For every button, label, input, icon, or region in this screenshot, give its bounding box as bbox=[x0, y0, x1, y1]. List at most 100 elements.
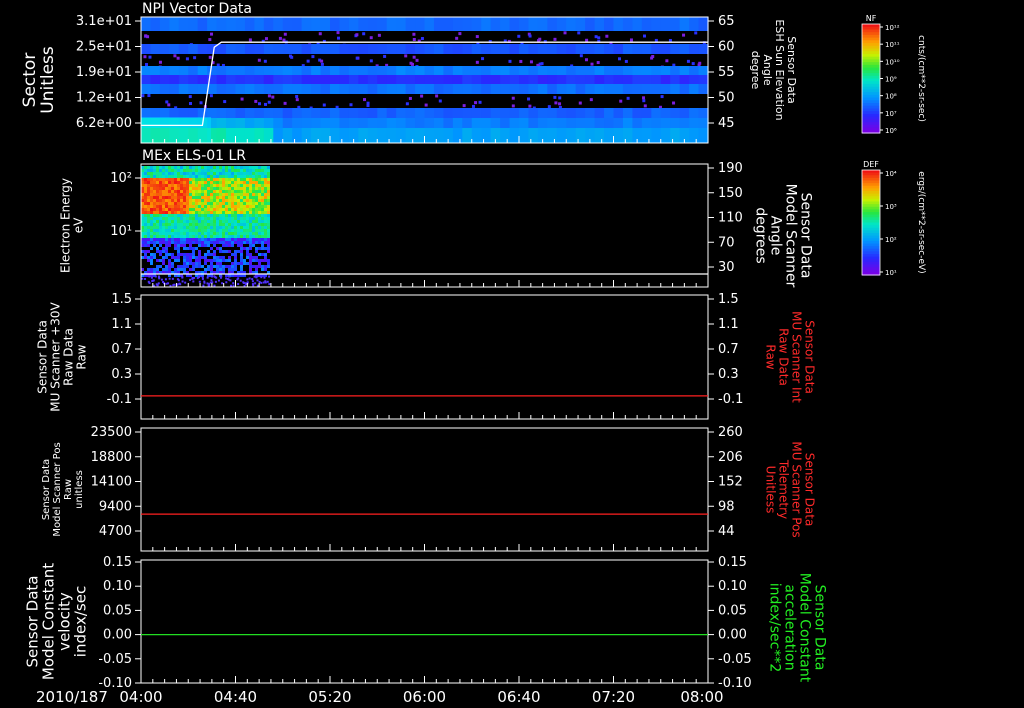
panel0-heatmap-cell bbox=[668, 38, 672, 42]
panel0-heatmap-cell bbox=[207, 17, 218, 31]
panel0-heatmap-cell bbox=[556, 44, 567, 54]
panel1-heatmap-cell bbox=[153, 284, 156, 287]
panel1-heatmap-cell bbox=[195, 256, 198, 259]
panel1-heatmap-cell bbox=[198, 265, 201, 268]
panel0-heatmap-cell bbox=[339, 66, 350, 75]
panel1-heatmap-cell bbox=[162, 166, 165, 169]
panel1-heatmap-cell bbox=[153, 199, 156, 202]
panel1-heatmap-cell bbox=[231, 214, 234, 217]
panel0-heatmap-cell bbox=[348, 17, 359, 31]
panel1-heatmap-cell bbox=[243, 226, 246, 229]
panel0-heatmap-cell bbox=[273, 128, 284, 143]
panel1-heatmap-cell bbox=[234, 166, 237, 169]
time-tick-label: 06:00 bbox=[403, 688, 446, 706]
panel1-heatmap-cell bbox=[174, 214, 177, 217]
panel1-heatmap-cell bbox=[180, 232, 183, 235]
panel0-heatmap-cell bbox=[566, 84, 577, 94]
panel0-heatmap-cell bbox=[481, 75, 492, 84]
panel0-heatmap-cell bbox=[320, 75, 331, 84]
panel0-heatmap-cell bbox=[672, 101, 676, 105]
panel1-heatmap-cell bbox=[228, 275, 231, 278]
panel0-heatmap-cell bbox=[452, 118, 463, 128]
panel0-heatmap-cell bbox=[377, 66, 388, 75]
panel1-heatmap-cell bbox=[165, 256, 168, 259]
panel0-heatmap-cell bbox=[355, 56, 359, 60]
panel1-heatmap-cell bbox=[174, 238, 177, 241]
panel1-heatmap-cell bbox=[156, 172, 159, 175]
panel1-heatmap-cell bbox=[201, 187, 204, 190]
panel1-heatmap-cell bbox=[192, 226, 195, 229]
panel1-heatmap-cell bbox=[177, 181, 180, 184]
panel1-heatmap-cell bbox=[240, 232, 243, 235]
panel0-heatmap-cell bbox=[622, 128, 633, 143]
panel1-heatmap-cell bbox=[168, 220, 171, 223]
panel1-heatmap-cell bbox=[240, 238, 243, 241]
panel0-heatmap-cell bbox=[622, 17, 633, 31]
panel1-heatmap-cell bbox=[219, 223, 222, 226]
panel1-heatmap-cell bbox=[216, 262, 219, 265]
panel1-heatmap-cell bbox=[260, 276, 263, 279]
panel0-heatmap-cell bbox=[424, 84, 435, 94]
panel1-heatmap-cell bbox=[168, 217, 171, 220]
panel1-heatmap-cell bbox=[159, 220, 162, 223]
panel1-heatmap-cell bbox=[156, 175, 159, 178]
panel0-heatmap-cell bbox=[396, 75, 407, 84]
panel0-heatmap-cell bbox=[311, 108, 322, 118]
panel0-heatmap-cell bbox=[173, 54, 177, 58]
panel0-heatmap-cell bbox=[263, 118, 274, 128]
panel0-heatmap-cell bbox=[443, 108, 454, 118]
panel1-heatmap-cell bbox=[213, 202, 216, 205]
panel1-heatmap-cell bbox=[252, 235, 255, 238]
panel1-heatmap-cell bbox=[180, 187, 183, 190]
panel1-heatmap-cell bbox=[267, 247, 270, 250]
panel0-heatmap-cell bbox=[650, 56, 654, 60]
panel1-heatmap-cell bbox=[255, 238, 258, 241]
panel1-heatmap-cell bbox=[144, 202, 147, 205]
panel1-heatmap-cell bbox=[243, 259, 246, 262]
panel0-heatmap-cell bbox=[254, 75, 265, 84]
panel1-heatmap-cell bbox=[147, 187, 150, 190]
panel1-heatmap-cell bbox=[162, 250, 165, 253]
panel1-heatmap-cell bbox=[168, 169, 171, 172]
panel1-heatmap-cell bbox=[243, 205, 246, 208]
panel0-heatmap-cell bbox=[556, 84, 567, 94]
panel1-heatmap-cell bbox=[162, 172, 165, 175]
panel1-heatmap-cell bbox=[192, 250, 195, 253]
panel1-heatmap-cell bbox=[177, 268, 180, 271]
panel0-heatmap-cell bbox=[362, 32, 366, 36]
panel1-heatmap-cell bbox=[165, 184, 168, 187]
panel1-heatmap-cell bbox=[258, 175, 261, 178]
panel1-heatmap-cell bbox=[174, 223, 177, 226]
panel0-left-tick-label: 6.2e+00 bbox=[76, 116, 132, 131]
panel0-heatmap-cell bbox=[169, 44, 180, 54]
panel0-right-tick-label: 50 bbox=[718, 91, 735, 106]
panel0-heatmap-cell bbox=[188, 17, 199, 31]
panel1-heatmap-cell bbox=[189, 214, 192, 217]
panel1-heatmap-cell bbox=[186, 202, 189, 205]
panel1-heatmap-cell bbox=[195, 169, 198, 172]
panel1-heatmap-cell bbox=[162, 259, 165, 262]
panel1-heatmap-cell bbox=[243, 238, 246, 241]
panel0-heatmap-cell bbox=[519, 44, 530, 54]
panel0-heatmap-cell bbox=[188, 84, 199, 94]
panel0-heatmap-cell bbox=[563, 31, 567, 35]
panel0-heatmap-cell bbox=[159, 84, 170, 94]
panel1-heatmap-cell bbox=[207, 205, 210, 208]
panel1-heatmap-cell bbox=[204, 190, 207, 193]
panel2-left-axis-label-line: Raw bbox=[75, 344, 89, 369]
panel0-heatmap-cell bbox=[197, 17, 208, 31]
panel1-heatmap-cell bbox=[144, 205, 147, 208]
panel1-heatmap-cell bbox=[201, 238, 204, 241]
panel0-heatmap-cell bbox=[585, 108, 596, 118]
panel1-heatmap-cell bbox=[264, 241, 267, 244]
panel0-heatmap-cell bbox=[330, 44, 341, 54]
panel1-heatmap-cell bbox=[180, 202, 183, 205]
panel0-heatmap-cell bbox=[369, 59, 373, 63]
panel1-heatmap-cell bbox=[249, 223, 252, 226]
panel1-heatmap-cell bbox=[258, 211, 261, 214]
panel1-heatmap-cell bbox=[234, 175, 237, 178]
panel1-heatmap-cell bbox=[150, 211, 153, 214]
panel1-heatmap-cell bbox=[246, 181, 249, 184]
panel0-heatmap-cell bbox=[471, 84, 482, 94]
panel1-heatmap-cell bbox=[234, 241, 237, 244]
